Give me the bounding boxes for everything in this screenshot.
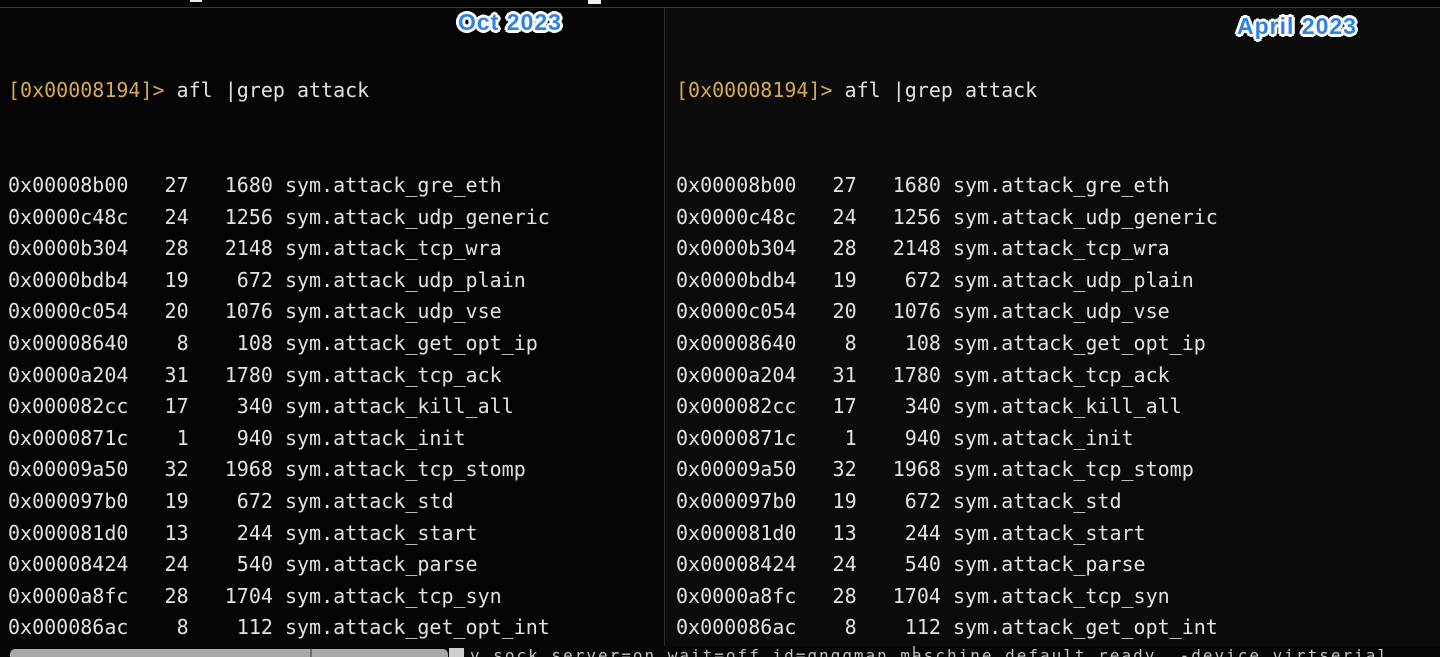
afl-row: 0x00008640 8 108 sym.attack_get_opt_ip: [8, 328, 664, 360]
annotation-label-oct-2023: Oct 2023: [458, 9, 562, 36]
command-line: [0x00008194]> afl |grep attack: [8, 75, 664, 107]
afl-row: 0x0000a204 31 1780 sym.attack_tcp_ack: [8, 360, 664, 392]
afl-row: 0x0000a8fc 28 1704 sym.attack_tcp_syn: [8, 581, 664, 613]
afl-row: 0x0000c054 20 1076 sym.attack_udp_vse: [8, 296, 664, 328]
clipped-glyph-remnant: [190, 0, 202, 2]
top-window-sliver: [0, 0, 1440, 8]
afl-row: 0x00009a50 32 1968 sym.attack_tcp_stomp: [8, 454, 664, 486]
afl-row: 0x0000c48c 24 1256 sym.attack_udp_generi…: [676, 202, 1440, 234]
clipped-glyph-remnant: [449, 648, 464, 657]
afl-row: 0x0000c054 20 1076 sym.attack_udp_vse: [676, 296, 1440, 328]
afl-row: 0x000082cc 17 340 sym.attack_kill_all: [8, 391, 664, 423]
afl-row: 0x00008b00 27 1680 sym.attack_gre_eth: [8, 170, 664, 202]
background-window-edge: [10, 649, 448, 657]
afl-row: 0x0000b304 28 2148 sym.attack_tcp_wra: [8, 233, 664, 265]
terminal-left-oct-2023[interactable]: [0x00008194]> afl |grep attack 0x00008b00…: [0, 8, 664, 646]
background-window-divider: [310, 649, 312, 657]
afl-row: 0x0000a204 31 1780 sym.attack_tcp_ack: [676, 360, 1440, 392]
afl-row: 0x0000c48c 24 1256 sym.attack_udp_generi…: [8, 202, 664, 234]
r2-prompt: [0x00008194]>: [676, 78, 833, 102]
afl-row: 0x0000bdb4 19 672 sym.attack_udp_plain: [8, 265, 664, 297]
r2-prompt: [0x00008194]>: [8, 78, 165, 102]
terminal-right-april-2023[interactable]: [0x00008194]> afl |grep attack 0x00008b00…: [664, 8, 1440, 646]
command-text: afl |grep attack: [845, 78, 1038, 102]
afl-row: 0x000097b0 19 672 sym.attack_std: [676, 486, 1440, 518]
bottom-window-sliver: v sock server=on wait=off id=qnqqman mas…: [0, 646, 1440, 657]
function-list: 0x00008b00 27 1680 sym.attack_gre_eth0x0…: [676, 170, 1440, 646]
clipped-glyph-remnant: [588, 0, 601, 4]
annotation-label-april-2023: April 2023: [1237, 13, 1357, 40]
clipped-background-command: v sock server=on wait=off id=qnqqman mas…: [470, 648, 1389, 657]
afl-row: 0x0000a8fc 28 1704 sym.attack_tcp_syn: [676, 581, 1440, 613]
command-line: [0x00008194]> afl |grep attack: [676, 75, 1440, 107]
afl-row: 0x00008b00 27 1680 sym.attack_gre_eth: [676, 170, 1440, 202]
afl-row: 0x0000871c 1 940 sym.attack_init: [676, 423, 1440, 455]
afl-row: 0x000081d0 13 244 sym.attack_start: [676, 518, 1440, 550]
afl-row: 0x0000871c 1 940 sym.attack_init: [8, 423, 664, 455]
afl-row: 0x0000b304 28 2148 sym.attack_tcp_wra: [676, 233, 1440, 265]
afl-row: 0x000081d0 13 244 sym.attack_start: [8, 518, 664, 550]
screenshot-root: [0x00008194]> afl |grep attack 0x00008b00…: [0, 0, 1440, 657]
command-text: afl |grep attack: [177, 78, 370, 102]
afl-row: 0x000086ac 8 112 sym.attack_get_opt_int: [676, 612, 1440, 644]
function-list: 0x00008b00 27 1680 sym.attack_gre_eth0x0…: [8, 170, 664, 646]
afl-row: 0x0000bdb4 19 672 sym.attack_udp_plain: [676, 265, 1440, 297]
afl-row: 0x00008424 24 540 sym.attack_parse: [8, 549, 664, 581]
afl-row: 0x000097b0 19 672 sym.attack_std: [8, 486, 664, 518]
afl-row: 0x000082cc 17 340 sym.attack_kill_all: [676, 391, 1440, 423]
afl-row: 0x00009a50 32 1968 sym.attack_tcp_stomp: [676, 454, 1440, 486]
terminal-split-view: [0x00008194]> afl |grep attack 0x00008b00…: [0, 8, 1440, 646]
afl-row: 0x00008640 8 108 sym.attack_get_opt_ip: [676, 328, 1440, 360]
afl-row: 0x000086ac 8 112 sym.attack_get_opt_int: [8, 612, 664, 644]
afl-row: 0x00008424 24 540 sym.attack_parse: [676, 549, 1440, 581]
